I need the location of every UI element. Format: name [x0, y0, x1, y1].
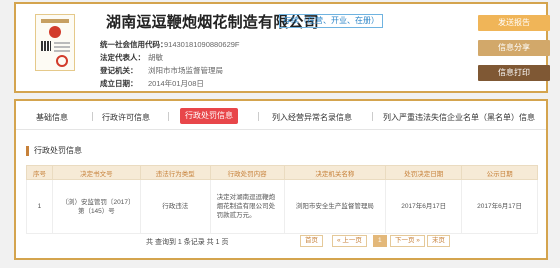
tab-admin-penalty[interactable]: 行政处罚信息	[180, 108, 238, 124]
tab-admin-license[interactable]: 行政许可信息	[102, 112, 150, 123]
tab-divider	[92, 112, 93, 121]
company-header-card: 湖南逗逗鞭炮烟花制造有限公司 存续（在营、开业、在册） 统一社会信用代码：914…	[14, 2, 550, 93]
section-title: 行政处罚信息	[26, 146, 82, 156]
share-info-button[interactable]: 信息分享	[478, 40, 550, 56]
tab-divider	[168, 112, 169, 121]
cell-publish-date: 2017年6月17日	[461, 179, 538, 234]
column-header: 序号	[26, 165, 53, 180]
established-row: 成立日期： 2014年01月08日	[100, 78, 204, 89]
column-header: 行政处罚内容	[209, 165, 285, 180]
established-value: 2014年01月08日	[148, 79, 204, 88]
table-row: 1 （浏）安监管罚〔2017〕第（145）号 行政违法 决定对湖南逗逗鞭炮烟花制…	[26, 179, 538, 234]
print-info-button[interactable]: 信息打印	[478, 65, 550, 81]
cell-penalty-content: 决定对湖南逗逗鞭炮烟花制造有限公司处罚款贰万元。	[209, 179, 285, 234]
send-report-button[interactable]: 发送报告	[478, 15, 550, 31]
credit-code-label: 统一社会信用代码：	[100, 40, 168, 49]
info-tabs: 基础信息 行政许可信息 行政处罚信息 列入经营异常名录信息 列入严重违法失信企业…	[16, 101, 546, 130]
license-text-line	[54, 46, 70, 48]
cell-decision-number: （浏）安监管罚〔2017〕第（145）号	[51, 179, 141, 234]
authority-row: 登记机关： 浏阳市市场监督管理局	[100, 65, 223, 76]
authority-label: 登记机关：	[100, 66, 138, 75]
license-text-line	[54, 42, 70, 44]
status-badge: 存续（在营、开业、在册）	[279, 14, 383, 28]
record-summary: 共 查询到 1 条记录 共 1 页	[146, 239, 229, 246]
pagination: 共 查询到 1 条记录 共 1 页 首页 « 上一页 1 下一页 » 末页	[26, 235, 538, 249]
table-header-row: 序号 决定书文号 违法行为类型 行政处罚内容 决定机关名称 处罚决定日期 公示日…	[26, 165, 538, 180]
tab-basic-info[interactable]: 基础信息	[36, 112, 68, 123]
credit-code-value: 91430181090880629F	[164, 40, 240, 49]
established-label: 成立日期：	[100, 79, 138, 88]
tab-abnormal-operation[interactable]: 列入经营异常名录信息	[272, 112, 352, 123]
credit-code-row: 统一社会信用代码：91430181090880629F	[100, 39, 240, 50]
cell-index: 1	[26, 179, 53, 234]
last-page-button[interactable]: 末页	[427, 235, 450, 247]
cell-authority: 浏阳市安全生产监督管理局	[283, 179, 387, 234]
penalty-table: 序号 决定书文号 违法行为类型 行政处罚内容 决定机关名称 处罚决定日期 公示日…	[26, 165, 538, 234]
qr-code-icon	[41, 41, 51, 51]
column-header: 决定机关名称	[283, 165, 387, 180]
official-seal-icon	[56, 55, 68, 67]
tab-divider	[372, 112, 373, 121]
column-header: 决定书文号	[51, 165, 141, 180]
license-header-bar	[41, 19, 69, 23]
legal-rep-label: 法定代表人：	[100, 53, 145, 62]
legal-rep-row: 法定代表人： 胡敏	[100, 52, 163, 63]
license-text-line	[54, 50, 70, 52]
column-header: 公示日期	[461, 165, 538, 180]
prev-page-button[interactable]: « 上一页	[332, 235, 367, 247]
page-number-current[interactable]: 1	[373, 235, 387, 247]
cell-violation-type: 行政违法	[139, 179, 211, 234]
column-header: 违法行为类型	[139, 165, 211, 180]
national-emblem-icon	[49, 26, 61, 38]
business-license-image[interactable]	[35, 14, 75, 71]
cell-decision-date: 2017年6月17日	[385, 179, 463, 234]
tab-blacklist[interactable]: 列入严重违法失信企业名单（黑名单）信息	[383, 112, 535, 123]
tab-divider	[258, 112, 259, 121]
legal-rep-value: 胡敏	[148, 53, 163, 62]
details-card: 基础信息 行政许可信息 行政处罚信息 列入经营异常名录信息 列入严重违法失信企业…	[14, 99, 548, 260]
authority-value: 浏阳市市场监督管理局	[148, 66, 223, 75]
column-header: 处罚决定日期	[385, 165, 463, 180]
first-page-button[interactable]: 首页	[300, 235, 323, 247]
next-page-button[interactable]: 下一页 »	[390, 235, 425, 247]
